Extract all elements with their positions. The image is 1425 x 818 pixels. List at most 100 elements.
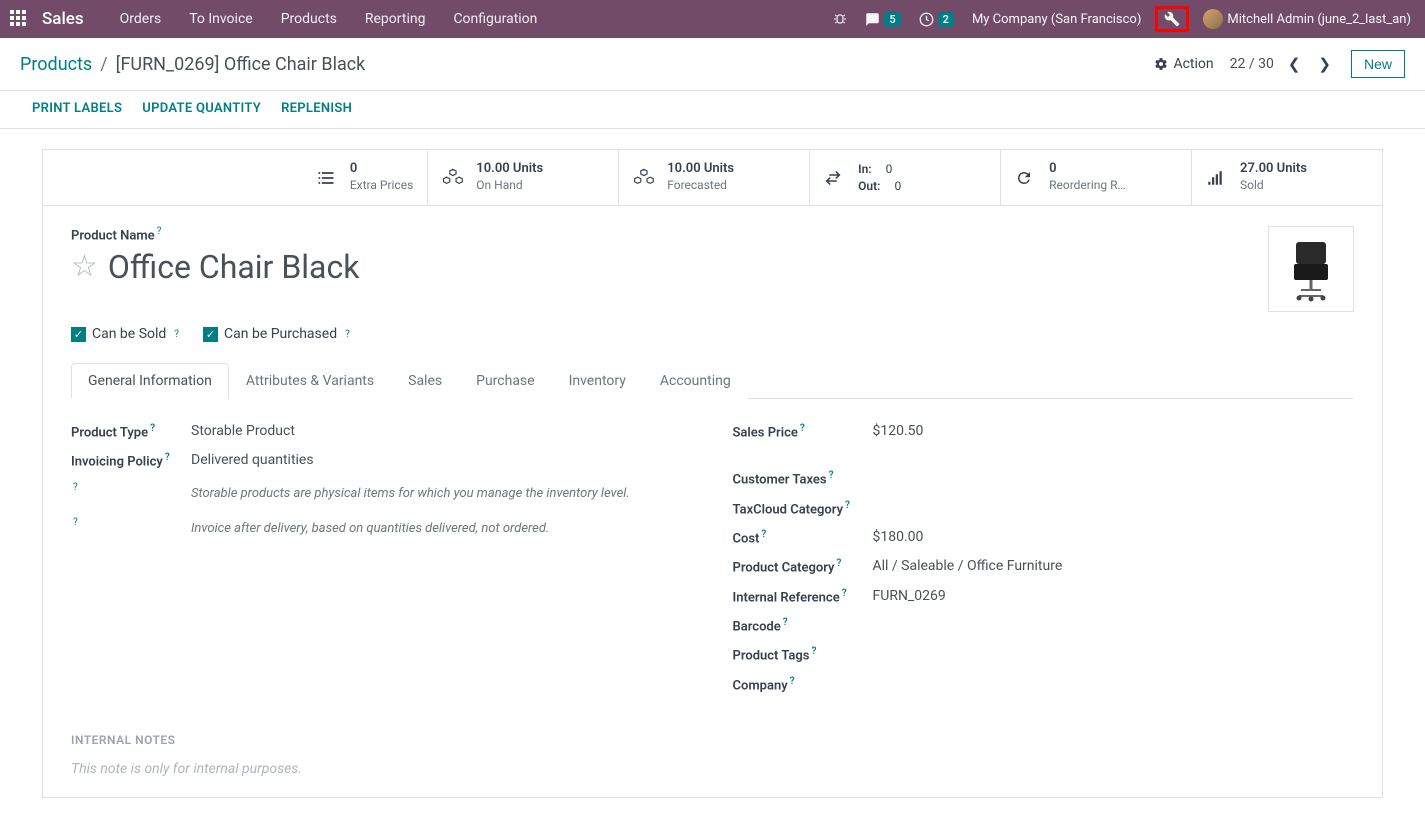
stat-extra-prices[interactable]: 0Extra Prices [43,150,427,206]
help-icon[interactable]: ? [174,329,179,340]
list-icon [316,168,340,188]
tab-inventory[interactable]: Inventory [552,363,643,399]
internal-notes-title: INTERNAL NOTES [71,733,1354,747]
tab-sales[interactable]: Sales [391,363,459,399]
debug-tools-icon[interactable] [1155,6,1189,32]
help-icon[interactable]: ? [783,617,788,628]
help-icon[interactable]: ? [165,452,170,463]
update-quantity-button[interactable]: UPDATE QUANTITY [142,101,261,116]
help-icon[interactable]: ? [829,470,834,481]
product-category-value[interactable]: All / Saleable / Office Furniture [873,558,1063,574]
app-brand[interactable]: Sales [42,9,84,29]
bar-right: Action 22 / 30 ❮ ❯ New [1154,50,1405,78]
breadcrumb-sep: / [100,54,107,75]
help-icon[interactable]: ? [761,529,766,540]
product-category-label: Product Category [733,561,835,576]
nav-orders[interactable]: Orders [106,3,176,35]
barcode-label: Barcode [733,619,781,634]
boxes-icon [442,167,466,189]
nav-configuration[interactable]: Configuration [439,3,551,35]
help-icon[interactable]: ? [837,558,842,569]
gear-icon [1154,57,1168,71]
product-type-value[interactable]: Storable Product [191,423,295,439]
help-icon[interactable]: ? [800,423,805,434]
chat-badge: 5 [884,12,900,27]
breadcrumb-bar: Products / [FURN_0269] Office Chair Blac… [0,38,1425,91]
checkbox-icon: ✓ [203,327,218,342]
tab-content: Product Type? Storable Product Invoicing… [71,399,1354,709]
form-body: Product Name? ☆ Office Chair Black [43,206,1382,797]
help-icon[interactable]: ? [811,646,816,657]
stat-reordering[interactable]: 0Reordering R… [1000,150,1191,206]
product-tags-label: Product Tags [733,649,810,664]
pager-prev[interactable]: ❮ [1284,53,1305,75]
activity-icon[interactable]: 2 [915,8,958,31]
stat-sold[interactable]: 27.00 UnitsSold [1191,150,1382,206]
bug-icon[interactable] [829,8,851,30]
help-icon[interactable]: ? [73,517,78,528]
nav-reporting[interactable]: Reporting [351,3,440,35]
product-type-label: Product Type [71,425,148,440]
right-column: Sales Price? $120.50 Customer Taxes? Tax… [733,417,1355,699]
help-icon[interactable]: ? [345,329,350,340]
help-icon[interactable]: ? [845,500,850,511]
transfer-icon [824,169,848,187]
invoicing-policy-value[interactable]: Delivered quantities [191,452,314,468]
tab-accounting[interactable]: Accounting [643,363,748,399]
favorite-star-icon[interactable]: ☆ [71,249,98,284]
breadcrumb-current: [FURN_0269] Office Chair Black [116,54,366,75]
pager-text[interactable]: 22 / 30 [1230,56,1274,72]
boxes-icon [633,167,657,189]
breadcrumb-root[interactable]: Products [20,54,92,75]
cost-label: Cost [733,531,760,546]
chat-icon[interactable]: 5 [861,8,904,31]
stat-forecasted[interactable]: 10.00 UnitsForecasted [618,150,809,206]
pager: 22 / 30 ❮ ❯ [1230,53,1335,75]
help-icon[interactable]: ? [150,423,155,434]
content-area: 0Extra Prices 10.00 UnitsOn Hand 10.00 U… [0,129,1425,818]
company-selector[interactable]: My Company (San Francisco) [968,8,1145,31]
pager-next[interactable]: ❯ [1314,53,1335,75]
apps-icon[interactable] [10,10,28,28]
nav-products[interactable]: Products [267,3,351,35]
sales-price-label: Sales Price [733,425,798,440]
stat-row: 0Extra Prices 10.00 UnitsOn Hand 10.00 U… [43,150,1382,206]
new-button[interactable]: New [1351,50,1405,78]
nav-right: 5 2 My Company (San Francisco) Mitchell … [829,5,1415,33]
invoicing-policy-label: Invoicing Policy [71,455,163,470]
tab-purchase[interactable]: Purchase [459,363,551,399]
user-menu[interactable]: Mitchell Admin (june_2_last_an) [1199,5,1415,33]
can-be-sold-checkbox[interactable]: ✓ Can be Sold? [71,326,179,342]
product-name-label: Product Name [71,229,155,244]
internal-notes-field[interactable]: This note is only for internal purposes. [71,761,1354,777]
help-icon[interactable]: ? [73,482,78,493]
help-icon[interactable]: ? [842,588,847,599]
product-title[interactable]: Office Chair Black [108,248,360,286]
replenish-button[interactable]: REPLENISH [281,101,352,116]
print-labels-button[interactable]: PRINT LABELS [32,101,122,116]
product-card: 0Extra Prices 10.00 UnitsOn Hand 10.00 U… [42,149,1383,798]
stat-on-hand[interactable]: 10.00 UnitsOn Hand [427,150,618,206]
tab-general-information[interactable]: General Information [71,363,229,399]
can-be-purchased-checkbox[interactable]: ✓ Can be Purchased? [203,326,350,342]
sales-price-value[interactable]: $120.50 [873,423,924,439]
help-text: Invoice after delivery, based on quantit… [191,517,549,540]
help-icon[interactable]: ? [790,676,795,687]
stat-in-out[interactable]: In:0 Out:0 [809,150,1000,206]
left-column: Product Type? Storable Product Invoicing… [71,417,693,699]
help-icon[interactable]: ? [157,226,162,237]
actions-bar: PRINT LABELS UPDATE QUANTITY REPLENISH [0,91,1425,129]
cost-value[interactable]: $180.00 [873,529,924,545]
product-image[interactable] [1268,226,1354,312]
company-label: Company [733,678,788,693]
action-menu[interactable]: Action [1154,56,1213,72]
breadcrumb: Products / [FURN_0269] Office Chair Blac… [20,54,365,75]
tab-attributes-variants[interactable]: Attributes & Variants [229,363,391,399]
tabs: General Information Attributes & Variant… [71,362,1354,399]
checkbox-icon: ✓ [71,327,86,342]
top-nav: Sales Orders To Invoice Products Reporti… [0,0,1425,38]
nav-to-invoice[interactable]: To Invoice [175,3,267,35]
customer-taxes-label: Customer Taxes [733,473,827,488]
internal-ref-value[interactable]: FURN_0269 [873,588,946,604]
refresh-icon [1015,169,1039,187]
